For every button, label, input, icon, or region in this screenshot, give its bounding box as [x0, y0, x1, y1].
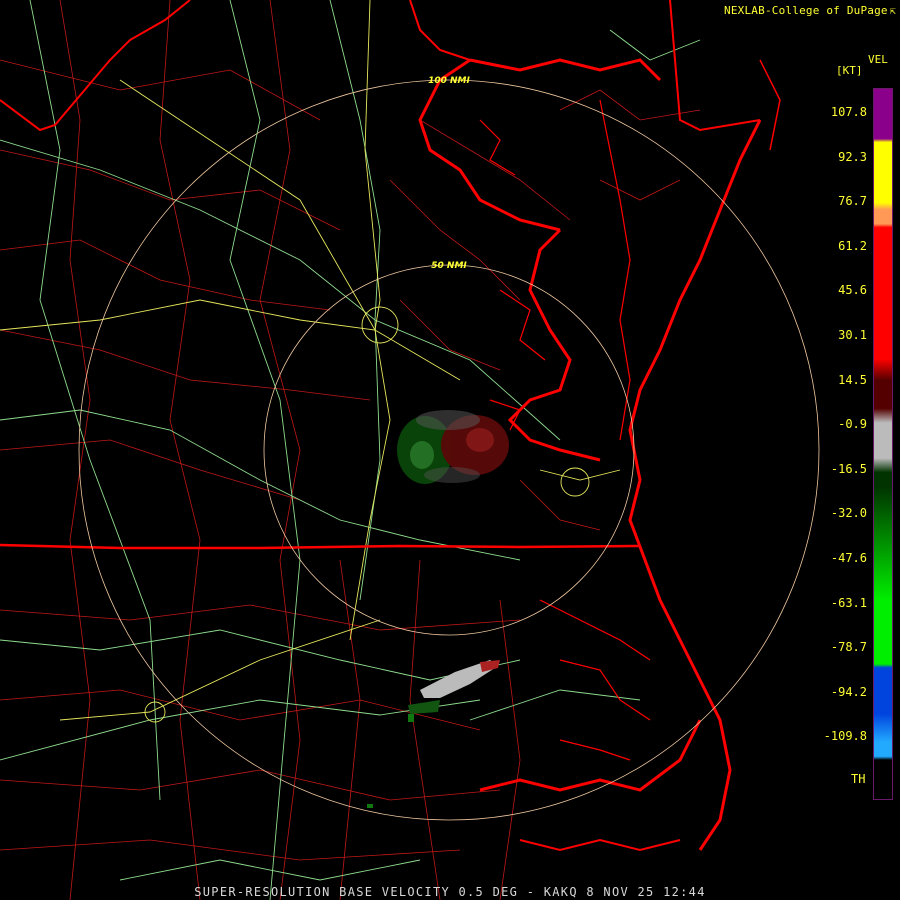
legend-tick-label: 30.1 — [838, 328, 867, 342]
ring-label-100: 100 NMI — [428, 76, 470, 86]
echo-speck-far — [367, 804, 373, 808]
echo-outbound-core — [466, 428, 494, 452]
legend-tick-label: -47.6 — [830, 551, 867, 565]
legend-product: VEL — [868, 53, 888, 66]
credit-text: NEXLAB-College of DuPage — [724, 4, 888, 17]
radar-map[interactable]: 50 NMI 100 NMI — [0, 0, 900, 900]
legend-units: [KT] — [836, 64, 863, 77]
legend-tick-label: -78.7 — [830, 640, 867, 655]
legend-tick-label: 92.3 — [838, 149, 867, 164]
ring-label-50: 50 NMI — [431, 261, 467, 271]
legend-threshold-label: TH — [851, 772, 866, 786]
legend-tick-label: 45.6 — [838, 283, 867, 298]
legend-tick-label: -94.2 — [830, 684, 867, 699]
legend-tick-label: 107.8 — [830, 105, 867, 119]
legend-tick-label: -63.1 — [830, 595, 867, 610]
nexlab-credit[interactable]: NEXLAB-College of DuPage ⇱ — [724, 4, 896, 17]
velocity-colorbar — [873, 88, 893, 800]
external-link-icon: ⇱ — [889, 6, 896, 17]
echo-near-zero — [416, 410, 480, 430]
echo-speck-green — [408, 714, 414, 722]
echo-inbound-core — [410, 441, 434, 469]
legend-tick-label: -109.8 — [823, 729, 867, 744]
legend-tick-label: -16.5 — [830, 461, 867, 476]
legend-tick-label: 14.5 — [838, 372, 867, 387]
echo-near-zero-south — [424, 467, 480, 483]
legend-tick-label: -32.0 — [830, 506, 867, 521]
legend-tick-label: -0.9 — [838, 417, 867, 432]
legend-tick-label: 61.2 — [838, 238, 867, 253]
product-caption: SUPER-RESOLUTION BASE VELOCITY 0.5 DEG -… — [194, 885, 706, 899]
legend-tick-label: 76.7 — [838, 194, 867, 209]
